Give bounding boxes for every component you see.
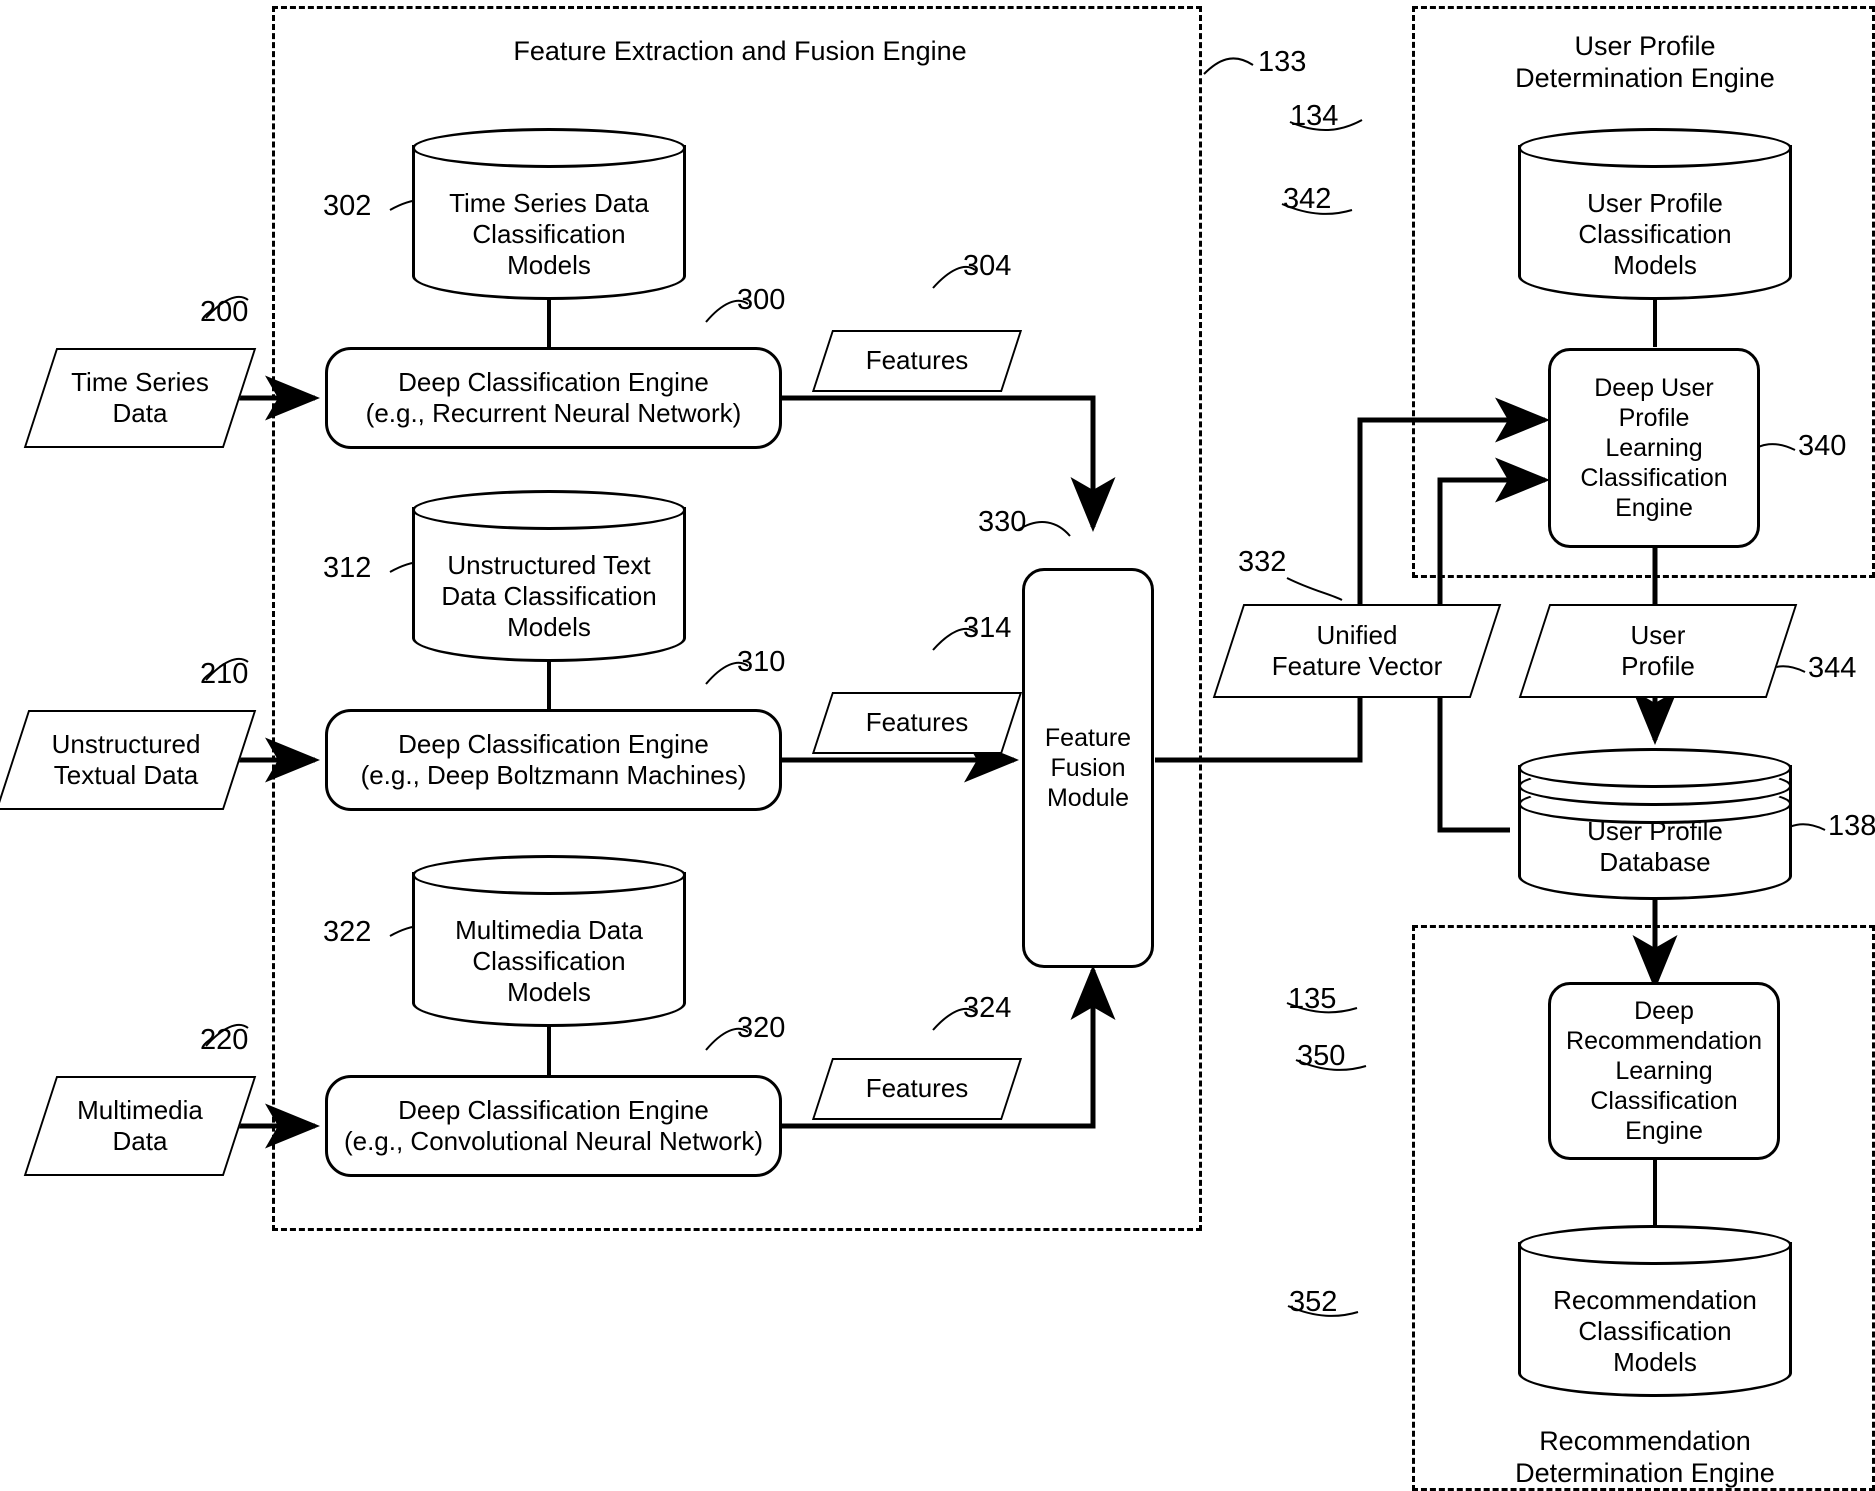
group-title-recommendation: Recommendation Determination Engine <box>1515 1426 1775 1489</box>
engine-deep-recommendation-learning-classification[interactable]: Deep Recommendation Learning Classificat… <box>1548 982 1780 1160</box>
refnum-344: 344 <box>1808 652 1857 684</box>
artifact-label: Unified Feature Vector <box>1271 619 1443 681</box>
cylinder-top <box>412 855 686 895</box>
refnum-340: 340 <box>1798 430 1847 462</box>
refnum-200: 200 <box>200 296 249 328</box>
refnum-320: 320 <box>737 1012 786 1044</box>
refnum-220: 220 <box>200 1024 249 1056</box>
datastore-time-series-classification-models: Time Series Data Classification Models <box>412 128 686 300</box>
engine-deep-classification-dbm[interactable]: Deep Classification Engine (e.g., Deep B… <box>325 709 782 811</box>
artifact-label: Features <box>865 345 969 376</box>
refnum-352: 352 <box>1289 1286 1338 1318</box>
datastore-user-profile-classification-models: User Profile Classification Models <box>1518 128 1792 300</box>
engine-deep-classification-rnn[interactable]: Deep Classification Engine (e.g., Recurr… <box>325 347 782 449</box>
datastore-user-profile-database: User Profile Database <box>1518 748 1792 900</box>
artifact-label: Features <box>865 707 969 738</box>
engine-deep-user-profile-learning-classification[interactable]: Deep User Profile Learning Classificatio… <box>1548 348 1760 548</box>
leader-332 <box>1286 577 1343 601</box>
cylinder-top <box>412 490 686 530</box>
refnum-304: 304 <box>963 250 1012 282</box>
input-label: Unstructured Textual Data <box>51 728 201 790</box>
artifact-features-324: Features <box>811 1058 1023 1120</box>
refnum-300: 300 <box>737 284 786 316</box>
refnum-135: 135 <box>1288 983 1337 1015</box>
datastore-label: User Profile Classification Models <box>1578 188 1732 281</box>
artifact-features-314: Features <box>811 692 1023 754</box>
cylinder-top <box>1518 128 1792 168</box>
artifact-label: Features <box>865 1073 969 1104</box>
refnum-322: 322 <box>323 916 372 948</box>
input-multimedia-data: Multimedia Data <box>23 1076 257 1176</box>
datastore-label: Unstructured Text Data Classification Mo… <box>441 550 657 643</box>
refnum-342: 342 <box>1283 183 1332 215</box>
refnum-312: 312 <box>323 552 372 584</box>
datastore-label: Time Series Data Classification Models <box>449 188 649 281</box>
refnum-138: 138 <box>1828 810 1875 842</box>
group-title-user-profile: User Profile Determination Engine <box>1515 31 1775 94</box>
refnum-210: 210 <box>200 658 249 690</box>
module-feature-fusion[interactable]: Feature Fusion Module <box>1022 568 1154 968</box>
datastore-label: Multimedia Data Classification Models <box>455 915 643 1008</box>
artifact-user-profile: User Profile <box>1518 604 1798 698</box>
input-unstructured-textual-data: Unstructured Textual Data <box>0 710 257 810</box>
input-time-series-data: Time Series Data <box>23 348 257 448</box>
input-label: Time Series Data <box>71 366 209 428</box>
refnum-332: 332 <box>1238 546 1287 578</box>
datastore-recommendation-classification-models: Recommendation Classification Models <box>1518 1225 1792 1397</box>
datastore-multimedia-classification-models: Multimedia Data Classification Models <box>412 855 686 1027</box>
refnum-330: 330 <box>978 506 1027 538</box>
cylinder-top <box>1518 748 1792 788</box>
refnum-350: 350 <box>1297 1040 1346 1072</box>
datastore-label: Recommendation Classification Models <box>1553 1285 1757 1378</box>
refnum-310: 310 <box>737 646 786 678</box>
artifact-features-304: Features <box>811 330 1023 392</box>
refnum-134: 134 <box>1290 100 1339 132</box>
patent-figure-canvas: Feature Extraction and Fusion Engine Use… <box>0 0 1875 1491</box>
refnum-302: 302 <box>323 190 372 222</box>
engine-deep-classification-cnn[interactable]: Deep Classification Engine (e.g., Convol… <box>325 1075 782 1177</box>
artifact-label: User Profile <box>1621 619 1695 681</box>
leader-133 <box>1203 57 1254 75</box>
artifact-unified-feature-vector: Unified Feature Vector <box>1212 604 1502 698</box>
input-label: Multimedia Data <box>77 1094 203 1156</box>
refnum-324: 324 <box>963 992 1012 1024</box>
refnum-133: 133 <box>1258 46 1307 78</box>
datastore-label: User Profile Database <box>1587 816 1723 878</box>
group-title-feature-extraction: Feature Extraction and Fusion Engine <box>513 36 967 66</box>
cylinder-top <box>1518 1225 1792 1265</box>
datastore-unstructured-text-classification-models: Unstructured Text Data Classification Mo… <box>412 490 686 662</box>
cylinder-top <box>412 128 686 168</box>
refnum-314: 314 <box>963 612 1012 644</box>
